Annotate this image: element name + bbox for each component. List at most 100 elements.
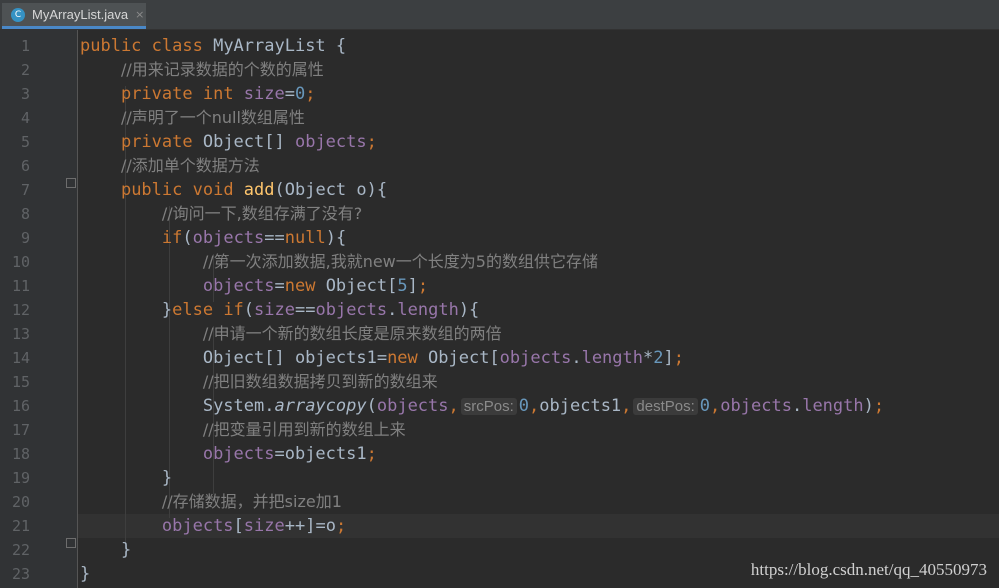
code-token: new (387, 348, 429, 368)
code-comment: //存储数据，并把size加1 (161, 492, 342, 511)
code-line: //用来记录数据的个数的属性 (80, 58, 324, 82)
editor-tab-bar: C MyArrayList.java × (0, 0, 999, 30)
line-number: 9 (20, 229, 30, 247)
line-number-gutter: 1 2 3 4 5 6 7 8 9 10 11 12 13 14 15 16 17 18 19 20 21 22 23 (0, 30, 78, 588)
code-comment: //添加单个数据方法 (120, 156, 260, 175)
code-token: if (161, 228, 183, 248)
code-token: } (161, 468, 173, 488)
tab-label: MyArrayList.java (32, 7, 129, 22)
code-token: ) (863, 396, 874, 416)
code-comment: //询问一下,数组存满了没有? (161, 204, 363, 223)
code-token: public (80, 36, 152, 56)
line-number: 6 (20, 157, 30, 175)
code-token: MyArrayList { (213, 36, 347, 56)
tab-myarraylist-java[interactable]: C MyArrayList.java × (2, 3, 146, 29)
code-token: add (243, 180, 275, 200)
code-token: ( (243, 300, 255, 320)
close-icon[interactable]: × (135, 8, 144, 21)
code-token: ] (407, 276, 418, 296)
java-class-icon: C (11, 7, 25, 22)
code-token: null (284, 228, 326, 248)
code-token: public (120, 180, 193, 200)
code-token: ; (873, 396, 885, 416)
fold-marker-icon[interactable] (66, 178, 76, 188)
code-token: 2 (653, 348, 664, 368)
code-line: private Object[] objects; (80, 130, 377, 154)
code-token: System. (202, 396, 275, 416)
code-token: length (802, 396, 864, 416)
code-token: objects1 (539, 396, 622, 416)
code-line: objects=new Object[5]; (80, 274, 428, 298)
line-number: 8 (20, 205, 30, 223)
code-line: //询问一下,数组存满了没有? (80, 202, 362, 226)
code-editor[interactable]: public class MyArrayList { //用来记录数据的个数的属… (78, 30, 999, 588)
code-token: 0 (518, 396, 530, 416)
code-token: , (710, 396, 721, 416)
line-number: 4 (20, 109, 30, 127)
code-token: Object[ (325, 276, 398, 296)
code-token: objects (161, 516, 234, 536)
line-number: 16 (11, 397, 30, 415)
line-number: 3 (20, 85, 30, 103)
code-line: //申请一个新的数组长度是原来数组的两倍 (80, 322, 502, 346)
code-token: Object[] objects1= (202, 348, 388, 368)
fold-marker-icon[interactable] (66, 538, 76, 548)
code-line: //声明了一个null数组属性 (80, 106, 305, 130)
code-token: ; (673, 348, 684, 368)
code-token: ; (335, 516, 347, 536)
code-line: if(objects==null){ (80, 226, 346, 250)
code-token: objects (376, 396, 449, 416)
code-token: ; (366, 132, 377, 152)
code-token: ++]=o (284, 516, 336, 536)
code-token: * (643, 348, 654, 368)
line-number: 18 (11, 445, 30, 463)
code-token: } (120, 540, 132, 560)
code-line: objects=objects1; (80, 442, 377, 466)
code-token: ; (366, 444, 377, 464)
line-number: 15 (11, 373, 30, 391)
code-line: //添加单个数据方法 (80, 154, 260, 178)
line-number: 12 (11, 301, 30, 319)
code-token: void (192, 180, 244, 200)
code-line: //存储数据，并把size加1 (80, 490, 342, 514)
code-token: ){ (325, 228, 347, 248)
code-token: else if (172, 300, 244, 320)
line-number: 19 (11, 469, 30, 487)
code-token: = (284, 84, 295, 104)
code-token: 0 (699, 396, 711, 416)
code-token: size (243, 84, 285, 104)
code-token: , (448, 396, 459, 416)
code-token: } (80, 564, 91, 584)
line-number: 2 (20, 61, 30, 79)
code-token: size (243, 516, 285, 536)
code-token: objects (294, 132, 367, 152)
code-token: } (161, 300, 173, 320)
code-token: length (581, 348, 643, 368)
code-comment: //声明了一个null数组属性 (120, 108, 305, 127)
code-token: (Object o){ (274, 180, 388, 200)
code-token: private (120, 84, 203, 104)
line-number: 10 (11, 253, 30, 271)
code-line: } (80, 562, 90, 586)
code-token: . (387, 300, 398, 320)
code-token: int (202, 84, 244, 104)
parameter-hint: destPos: (633, 398, 698, 415)
code-token: ; (417, 276, 429, 296)
code-token: . (791, 396, 803, 416)
line-number: 20 (11, 493, 30, 511)
code-token: == (264, 228, 285, 248)
code-line: Object[] objects1=new Object[objects.len… (80, 346, 684, 370)
code-token: objects (202, 276, 275, 296)
